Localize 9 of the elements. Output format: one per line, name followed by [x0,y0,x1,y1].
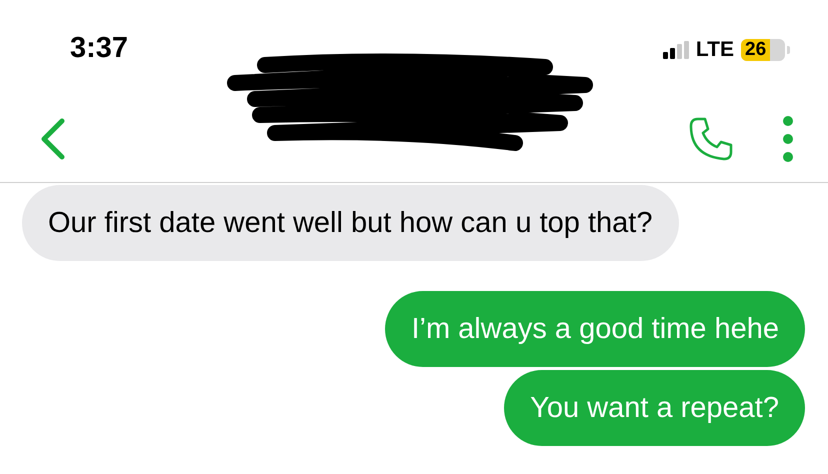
battery-icon: 26 [741,39,785,61]
signal-icon [662,41,689,59]
phone-icon[interactable] [688,116,734,162]
status-time: 3:37 [70,32,128,65]
network-label: LTE [696,38,734,62]
outgoing-message: You want a repeat? [504,370,805,446]
outgoing-message: I’m always a good time hehe [385,291,805,367]
more-icon[interactable] [782,116,794,162]
incoming-message: Our first date went well but how can u top that? [22,185,678,261]
